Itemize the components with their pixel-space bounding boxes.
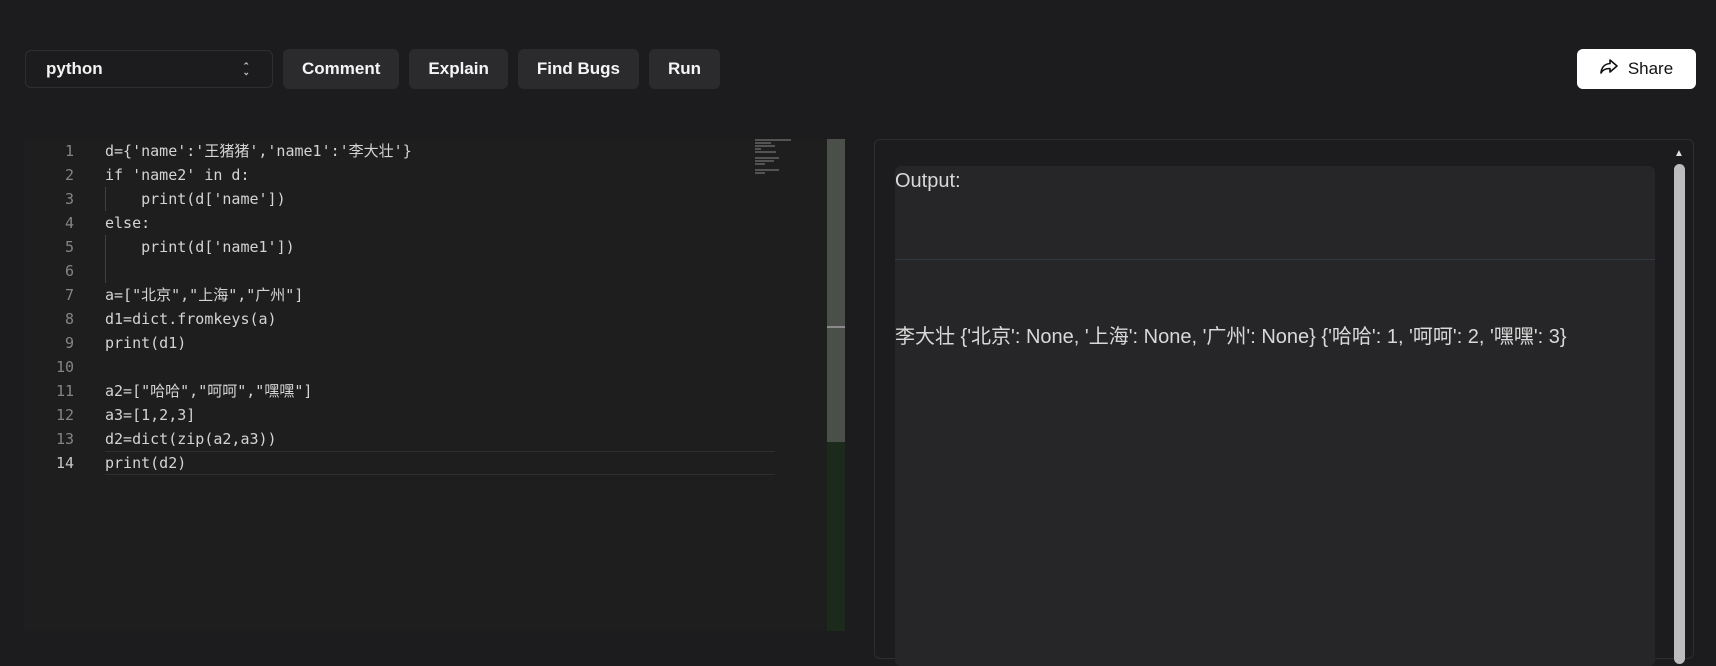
line-number-gutter: 1 2 3 4 5 6 7 8 9 10 11 12 13 14 [24,139,74,475]
minimap[interactable] [755,139,805,179]
code-line[interactable]: a2=["哈哈","呵呵","嘿嘿"] [105,379,775,403]
output-scrollbar-thumb[interactable] [1673,164,1685,664]
comment-button[interactable]: Comment [283,49,400,89]
code-editor[interactable]: 1 2 3 4 5 6 7 8 9 10 11 12 13 14 d={'name':'王猪猪','nam… [24,139,845,631]
line-number: 14 [55,454,74,472]
code-line[interactable]: d1=dict.fromkeys(a) [105,307,775,331]
line-number: 4 [64,214,74,232]
code-line[interactable] [105,259,775,283]
output-text: 李大壮 {'北京': None, '上海': None, '广州': None}… [895,326,1567,348]
code-line[interactable]: print(d1) [105,331,775,355]
code-line[interactable]: print(d['name']) [105,187,775,211]
share-icon [1600,58,1618,80]
output-label: Output: [895,170,961,192]
code-line[interactable]: print(d2) [105,451,775,475]
code-line[interactable]: d={'name':'王猪猪','name1':'李大壮'} [105,139,775,163]
code-line[interactable]: a=["北京","上海","广州"] [105,283,775,307]
code-lines[interactable]: d={'name':'王猪猪','name1':'李大壮'} if 'name2'… [105,139,775,475]
output-scrollbar[interactable]: ▲ [1670,148,1688,664]
line-number: 6 [64,262,74,280]
line-number: 11 [55,382,74,400]
explain-button[interactable]: Explain [409,49,508,89]
language-select-value: python [46,59,103,78]
line-number: 3 [64,190,74,208]
editor-scrollbar-cursor-marker [827,326,845,328]
line-number: 10 [55,358,74,376]
code-line[interactable]: print(d['name1']) [105,235,775,259]
toolbar: python ⌃ ⌄ Comment Explain Find Bugs Run … [25,49,1696,89]
code-line[interactable] [105,355,775,379]
line-number: 13 [55,430,74,448]
line-number: 12 [55,406,74,424]
line-number: 9 [64,334,74,352]
line-number: 8 [64,310,74,328]
line-number: 5 [64,238,74,256]
run-button[interactable]: Run [648,49,721,89]
editor-scrollbar-thumb[interactable] [827,139,845,442]
scroll-up-arrow-icon[interactable]: ▲ [1670,148,1688,160]
code-line[interactable]: if 'name2' in d: [105,163,775,187]
code-line[interactable]: else: [105,211,775,235]
find-bugs-button[interactable]: Find Bugs [517,49,639,89]
code-line[interactable]: a3=[1,2,3] [105,403,775,427]
editor-scrollbar[interactable] [827,139,845,631]
language-select[interactable]: python ⌃ ⌄ [25,50,273,88]
line-number: 7 [64,286,74,304]
share-label: Share [1627,59,1674,78]
share-button[interactable]: Share [1577,49,1696,89]
code-line[interactable]: d2=dict(zip(a2,a3)) [105,427,775,451]
chevron-up-down-icon: ⌃ ⌄ [242,61,250,77]
output-divider [895,259,1655,260]
line-number: 1 [64,142,74,160]
output-card: Output: 李大壮 {'北京': None, '上海': None, '广州… [895,166,1655,666]
output-panel: Output: 李大壮 {'北京': None, '上海': None, '广州… [874,139,1694,666]
line-number: 2 [64,166,74,184]
